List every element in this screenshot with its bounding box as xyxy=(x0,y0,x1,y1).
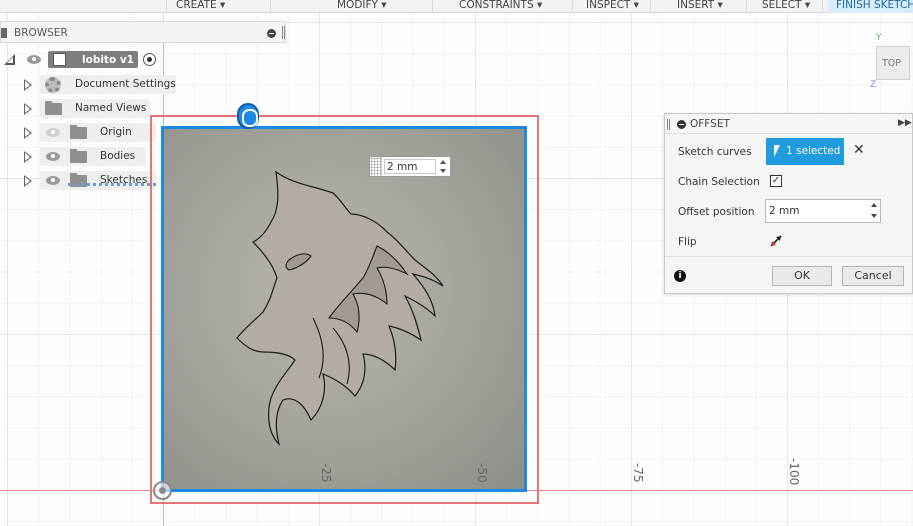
component-icon xyxy=(53,53,66,66)
dimension-value-field[interactable]: 2 mm xyxy=(384,159,436,174)
decrement-arrow-icon[interactable] xyxy=(440,169,446,173)
cancel-button[interactable]: Cancel xyxy=(842,266,904,286)
expand-arrow-icon[interactable] xyxy=(24,127,32,139)
viewcube-z-axis-label: Z xyxy=(870,80,877,90)
increment-arrow-icon[interactable] xyxy=(440,160,446,164)
folder-icon xyxy=(45,101,62,115)
selection-count: 1 selected xyxy=(786,145,841,157)
toolbar-separator xyxy=(270,0,271,13)
clear-selection-icon[interactable]: ✕ xyxy=(853,142,865,158)
cursor-arrow-icon xyxy=(774,145,780,157)
chain-selection-label: Chain Selection xyxy=(678,176,760,188)
constraints-menu[interactable]: CONSTRAINTS ▾ xyxy=(459,0,542,13)
dialog-header: OFFSET ▶▶ xyxy=(665,114,912,134)
minimize-icon[interactable] xyxy=(677,120,686,129)
offset-position-label: Offset position xyxy=(678,206,755,218)
browser-title: BROWSER xyxy=(14,27,68,39)
tree-item-label: Bodies xyxy=(100,150,136,162)
increment-arrow-icon[interactable] xyxy=(871,203,877,207)
offset-manipulator-handle[interactable] xyxy=(237,103,259,129)
tree-item-label: Document Settings xyxy=(75,78,176,90)
create-menu[interactable]: CREATE ▾ xyxy=(176,0,225,13)
collapse-panel-icon[interactable] xyxy=(1,28,7,38)
sketch-curves-label: Sketch curves xyxy=(678,146,752,158)
drag-grip-icon[interactable] xyxy=(370,157,382,176)
axis-tick-label: -75 xyxy=(631,463,645,483)
viewcube-y-axis-label: Y xyxy=(876,33,882,43)
ok-button[interactable]: OK xyxy=(772,266,832,286)
expand-arrow-icon[interactable] xyxy=(24,175,32,187)
toolbar-separator xyxy=(432,0,433,13)
sketch-origin-icon[interactable] xyxy=(153,481,172,500)
decrement-arrow-icon[interactable] xyxy=(871,214,877,218)
expand-arrow-icon[interactable] xyxy=(24,79,32,91)
flip-direction-icon[interactable] xyxy=(769,234,783,248)
flip-label: Flip xyxy=(678,236,697,248)
tree-item-label: Origin xyxy=(100,126,132,138)
dialog-title: OFFSET xyxy=(690,118,730,130)
finish-sketch-button[interactable]: FINISH SKETCH xyxy=(828,0,913,13)
hidden-eye-icon[interactable] xyxy=(46,128,60,137)
modify-menu[interactable]: MODIFY ▾ xyxy=(337,0,387,13)
viewcube[interactable]: TOP xyxy=(876,46,910,80)
wolf-head-sketch-profile[interactable] xyxy=(163,128,525,490)
offset-dialog: OFFSET ▶▶ Sketch curves 1 selected ✕ Cha… xyxy=(664,113,913,294)
folder-icon xyxy=(70,149,87,163)
sketch-curves-selection-button[interactable]: 1 selected xyxy=(766,138,844,165)
root-component-label: lobito v1 xyxy=(82,54,134,66)
visibility-eye-icon[interactable] xyxy=(46,176,60,185)
offset-dimension-input[interactable]: 2 mm xyxy=(369,156,451,177)
inspect-menu[interactable]: INSPECT ▾ xyxy=(586,0,639,13)
insert-menu[interactable]: INSERT ▾ xyxy=(677,0,723,13)
toolbar-separator xyxy=(166,0,167,13)
activate-component-radio[interactable] xyxy=(143,53,156,66)
toolbar-separator xyxy=(746,0,747,13)
axis-tick-label: -100 xyxy=(787,458,801,486)
drag-handle-icon[interactable] xyxy=(282,26,285,39)
toolbar-separator xyxy=(650,0,651,13)
offset-position-input[interactable]: 2 mm xyxy=(765,199,881,223)
axis-tick-label: -50 xyxy=(475,463,489,483)
expand-arrow-icon[interactable] xyxy=(24,103,32,115)
folder-icon xyxy=(70,125,87,139)
axis-tick-label: -25 xyxy=(319,463,333,483)
dialog-divider xyxy=(665,256,912,257)
select-menu[interactable]: SELECT ▾ xyxy=(762,0,810,13)
expand-arrow-icon[interactable] xyxy=(24,151,32,163)
toolbar-separator xyxy=(822,0,823,13)
visibility-eye-icon[interactable] xyxy=(46,152,60,161)
browser-panel-header: BROWSER xyxy=(0,21,286,43)
drag-handle-icon[interactable] xyxy=(667,119,670,130)
gear-icon xyxy=(45,77,61,93)
minimize-icon[interactable] xyxy=(267,29,276,38)
tree-item-label: Named Views xyxy=(75,102,147,114)
browser-item-document-settings[interactable]: Document Settings xyxy=(22,75,182,94)
viewcube-face-label: TOP xyxy=(882,58,902,69)
sketch-active-indicator xyxy=(68,183,156,186)
expand-root-icon[interactable] xyxy=(4,54,15,65)
top-toolbar: CREATE ▾ MODIFY ▾ CONSTRAINTS ▾ INSPECT … xyxy=(0,0,913,13)
visibility-eye-icon[interactable] xyxy=(27,55,41,64)
info-icon[interactable]: i xyxy=(674,270,686,282)
chain-selection-checkbox[interactable]: ✓ xyxy=(770,175,782,187)
toolbar-separator xyxy=(572,0,573,13)
expand-dialog-icon[interactable]: ▶▶ xyxy=(898,118,912,128)
